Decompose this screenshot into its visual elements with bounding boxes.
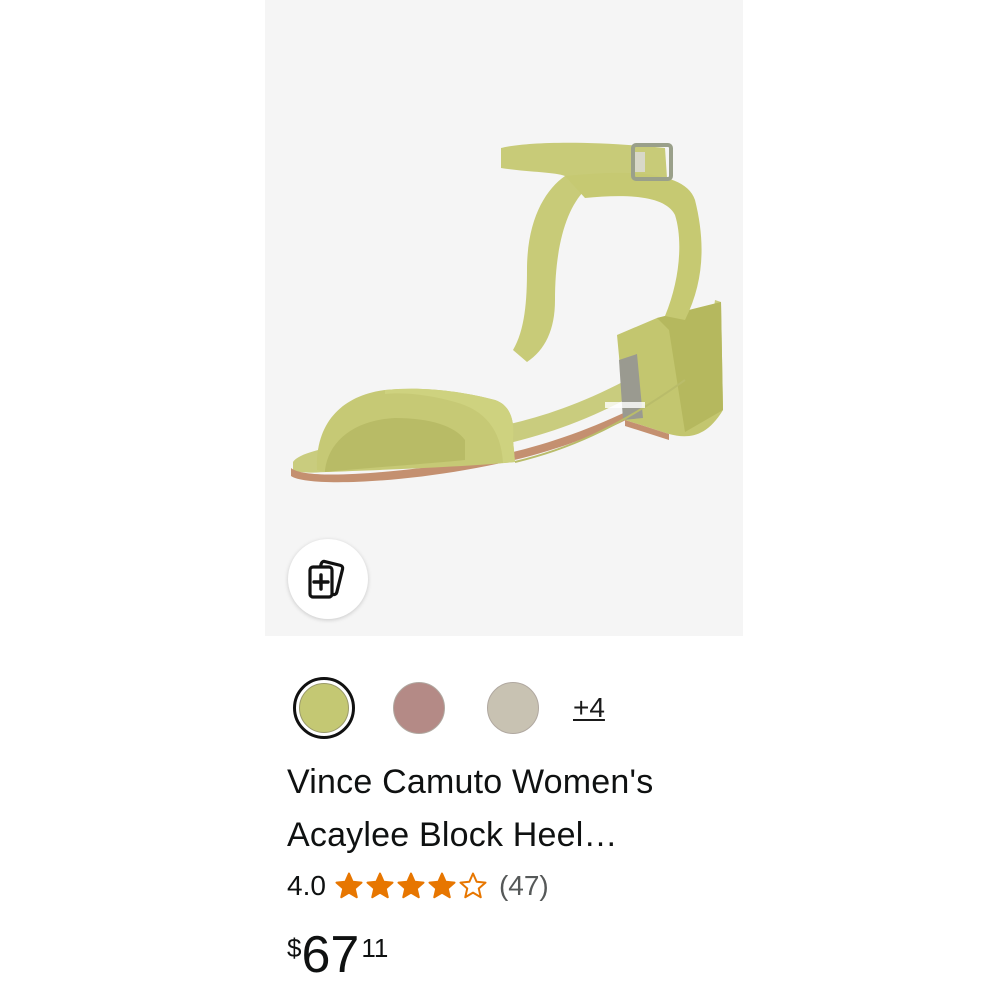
star-full-icon [366, 872, 394, 899]
product-image-area[interactable] [265, 0, 743, 636]
rating-value: 4.0 [287, 870, 326, 901]
star-full-icon [428, 872, 456, 899]
product-title-line2: Acaylee Block Heel… [287, 816, 618, 854]
star-empty-icon [459, 872, 487, 899]
color-swatch-taupe[interactable] [487, 682, 539, 734]
color-swatch-selected[interactable] [293, 677, 355, 739]
price-whole: 67 [301, 926, 360, 984]
star-full-icon [397, 872, 425, 899]
star-full-icon [335, 872, 363, 899]
product-card[interactable]: +4 Vince Camuto Women's Acaylee Block He… [265, 0, 743, 1000]
add-to-collection-icon [308, 559, 345, 599]
price-currency: $ [287, 933, 302, 963]
color-swatch-green [299, 683, 349, 733]
color-swatches: +4 [293, 674, 605, 742]
star-rating [334, 871, 489, 901]
more-colors-link[interactable]: +4 [573, 692, 605, 724]
product-title-line1: Vince Camuto Women's [287, 763, 654, 801]
product-title[interactable]: Vince Camuto Women's Acaylee Block Heel… [287, 756, 727, 862]
add-to-collection-button[interactable] [288, 539, 368, 619]
price: $ 67 11 [287, 925, 388, 985]
rating-row[interactable]: 4.0 (47) [287, 866, 549, 906]
price-fraction: 11 [361, 933, 389, 963]
color-swatch-rose[interactable] [393, 682, 445, 734]
review-count[interactable]: (47) [499, 870, 549, 902]
